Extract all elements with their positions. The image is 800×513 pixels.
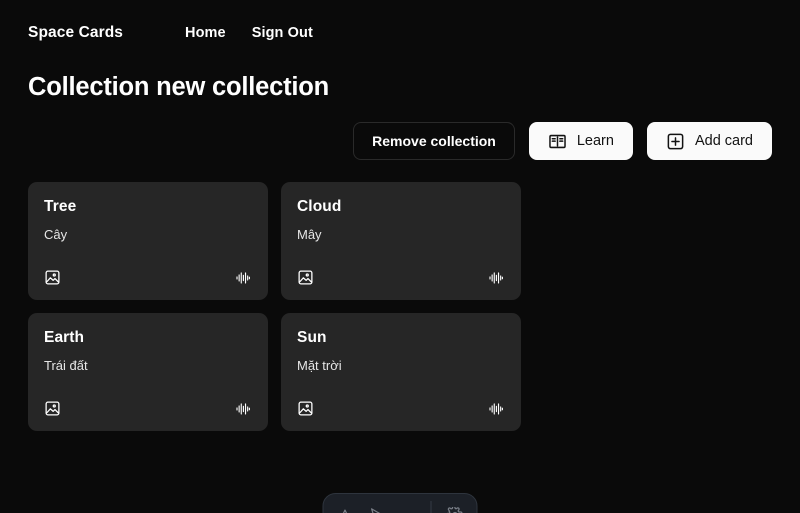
toolbar-divider [430,501,432,513]
remove-collection-label: Remove collection [372,133,496,149]
card-subtitle: Trái đất [44,358,88,373]
card-subtitle: Cây [44,227,68,242]
nav-link-sign-out[interactable]: Sign Out [252,25,313,41]
cursor-arrow-icon[interactable] [369,507,384,513]
card-item[interactable]: Cloud Mây [281,182,521,300]
plus-square-icon [666,132,685,151]
card-subtitle: Mây [297,227,322,242]
audio-waveform-icon[interactable] [234,270,252,286]
learn-label: Learn [576,132,614,149]
audio-waveform-icon[interactable] [487,401,505,417]
add-card-label: Add card [694,132,753,149]
image-icon[interactable] [44,269,61,286]
letter-a-icon[interactable] [338,507,353,513]
audio-waveform-icon[interactable] [234,401,252,417]
card-item[interactable]: Tree Cây [28,182,268,300]
card-item[interactable]: Earth Trái đất [28,313,268,431]
image-icon[interactable] [44,400,61,417]
add-card-button[interactable]: Add card [646,122,772,160]
card-grid: Tree Cây Cloud Mây Earth Trái đất Sun Mặ… [28,182,772,431]
top-navbar: Space Cards Home Sign Out [0,0,800,48]
card-icon-row [297,400,505,417]
image-icon[interactable] [297,269,314,286]
card-icon-row [297,269,505,286]
gear-icon[interactable] [447,506,463,513]
card-title: Tree [44,198,77,215]
card-item[interactable]: Sun Mặt trời [281,313,521,431]
card-subtitle: Mặt trời [297,358,342,373]
card-icon-row [44,400,252,417]
floating-dev-toolbar [322,493,478,513]
remove-collection-button[interactable]: Remove collection [353,122,515,160]
action-button-row: Remove collection Learn Add card [28,122,772,160]
image-icon[interactable] [297,400,314,417]
learn-button[interactable]: Learn [528,122,633,160]
card-title: Earth [44,329,85,346]
card-title: Cloud [297,198,342,215]
book-icon [548,132,567,151]
audio-waveform-icon[interactable] [487,270,505,286]
card-title: Sun [297,329,327,346]
minus-icon[interactable] [400,507,415,513]
card-icon-row [44,269,252,286]
nav-brand-space-cards[interactable]: Space Cards [28,24,123,42]
page-title: Collection new collection [28,73,330,101]
nav-link-home[interactable]: Home [185,25,226,41]
